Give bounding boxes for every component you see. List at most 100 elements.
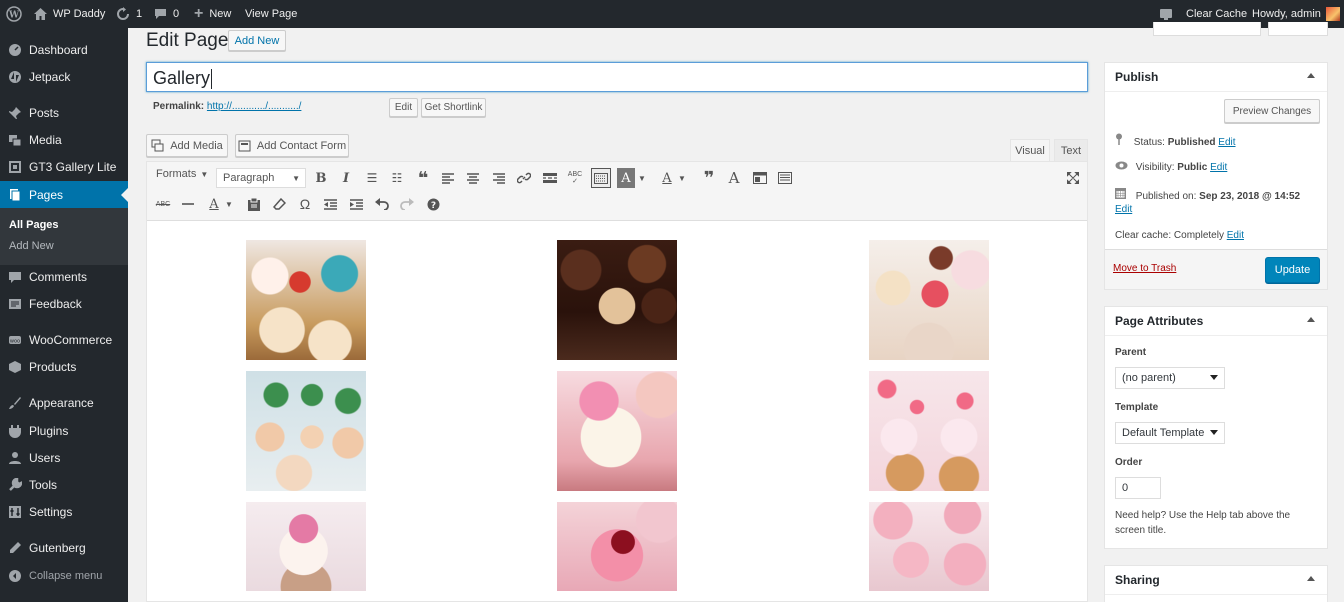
page-attributes-title[interactable]: Page Attributes <box>1105 307 1327 336</box>
menu-label: GT3 Gallery Lite <box>29 159 117 174</box>
collapse-toggle-icon[interactable] <box>1307 317 1315 322</box>
tab-text[interactable]: Text <box>1054 139 1088 161</box>
template-select[interactable]: Default Template <box>1115 422 1225 444</box>
updates-link[interactable]: 1 <box>116 0 142 28</box>
menu-label: Gutenberg <box>29 540 86 555</box>
get-shortlink-button[interactable]: Get Shortlink <box>421 98 486 117</box>
menu-item-posts[interactable]: Posts <box>0 99 128 126</box>
title-input[interactable]: Gallery <box>146 62 1088 92</box>
menu-item-users[interactable]: Users <box>0 444 128 471</box>
spellcheck-icon[interactable]: ABC ✓ <box>565 168 585 188</box>
menu-item-dashboard[interactable]: Dashboard <box>0 36 128 63</box>
menu-item-tools[interactable]: Tools <box>0 471 128 498</box>
collapse-menu-button[interactable]: Collapse menu <box>0 562 128 589</box>
toolbar-toggle-icon[interactable] <box>591 168 611 188</box>
publish-box-title[interactable]: Publish <box>1105 63 1327 92</box>
chevron-down-icon[interactable]: ▼ <box>223 194 235 214</box>
bulleted-list-icon[interactable]: ☰ <box>362 168 382 188</box>
preview-changes-button[interactable]: Preview Changes <box>1224 99 1320 123</box>
menu-item-appearance[interactable]: Appearance <box>0 389 128 416</box>
chevron-down-icon[interactable]: ▼ <box>676 168 688 188</box>
text-color-icon[interactable]: A <box>204 194 224 214</box>
quote-icon[interactable]: ❞ <box>699 168 719 188</box>
add-contact-form-button[interactable]: Add Contact Form <box>235 134 349 157</box>
clear-cache-edit-link[interactable]: Edit <box>1227 230 1244 241</box>
horizontal-line-icon[interactable] <box>178 194 198 214</box>
wordpress-logo-icon[interactable]: W <box>6 0 22 28</box>
published-edit-link[interactable]: Edit <box>1115 204 1132 215</box>
gallery-image[interactable] <box>557 371 677 491</box>
sharing-title[interactable]: Sharing <box>1105 566 1327 595</box>
chevron-down-icon[interactable]: ▼ <box>636 168 648 188</box>
add-media-button[interactable]: Add Media <box>146 134 228 157</box>
view-page-link[interactable]: View Page <box>245 0 297 28</box>
menu-item-woocommerce[interactable]: woo WooCommerce <box>0 326 128 353</box>
clear-formatting-icon[interactable] <box>269 194 289 214</box>
redo-icon[interactable] <box>397 194 417 214</box>
undo-icon[interactable] <box>372 194 392 214</box>
help-icon[interactable]: ? <box>423 194 443 214</box>
menu-item-feedback[interactable]: Feedback <box>0 290 128 317</box>
paste-text-icon[interactable] <box>244 194 264 214</box>
menu-item-pages[interactable]: Pages <box>0 181 128 208</box>
help-tab[interactable] <box>1268 22 1328 36</box>
screen-options-tab[interactable] <box>1153 22 1261 36</box>
gallery-image[interactable] <box>557 240 677 360</box>
content-editor[interactable]: Formats ▼ Paragraph ▼ B I ☰ ☷ ❝ ABC ✓ A ▼ A… <box>146 161 1088 602</box>
new-content-link[interactable]: + New <box>194 0 231 28</box>
gallery-image[interactable] <box>246 240 366 360</box>
menu-item-gutenberg[interactable]: Gutenberg <box>0 534 128 561</box>
menu-item-products[interactable]: Products <box>0 353 128 380</box>
move-to-trash-link[interactable]: Move to Trash <box>1113 263 1176 274</box>
align-right-icon[interactable] <box>489 168 509 188</box>
submenu-add-new[interactable]: Add New <box>9 240 54 252</box>
formats-dropdown[interactable]: Formats ▼ <box>156 168 208 180</box>
keyboard-shortcuts-icon[interactable] <box>775 168 795 188</box>
align-left-icon[interactable] <box>438 168 458 188</box>
gallery-image[interactable] <box>869 240 989 360</box>
order-input[interactable]: 0 <box>1115 477 1161 499</box>
gallery-image[interactable] <box>246 371 366 491</box>
submenu-all-pages[interactable]: All Pages <box>9 219 59 231</box>
status-edit-link[interactable]: Edit <box>1218 137 1235 148</box>
tab-visual[interactable]: Visual <box>1010 139 1050 162</box>
indent-icon[interactable] <box>346 194 366 214</box>
menu-item-plugins[interactable]: Plugins <box>0 417 128 444</box>
font-icon[interactable]: A <box>724 168 744 188</box>
permalink-url[interactable]: http://............/.........../ <box>207 101 301 112</box>
menu-item-gt3-gallery[interactable]: GT3 Gallery Lite <box>0 153 128 180</box>
special-character-icon[interactable]: Ω <box>295 194 315 214</box>
background-color-icon[interactable]: A <box>617 168 635 188</box>
blockquote-icon[interactable]: ❝ <box>413 168 433 188</box>
visibility-edit-link[interactable]: Edit <box>1210 162 1227 173</box>
link-icon[interactable] <box>514 168 534 188</box>
menu-item-media[interactable]: Media <box>0 126 128 153</box>
read-more-icon[interactable] <box>540 168 560 188</box>
collapse-toggle-icon[interactable] <box>1307 73 1315 78</box>
text-color-icon[interactable]: A <box>657 168 677 188</box>
site-name-link[interactable]: WP Daddy <box>34 0 105 28</box>
insert-table-icon[interactable] <box>750 168 770 188</box>
menu-item-jetpack[interactable]: Jetpack <box>0 63 128 90</box>
gallery-image[interactable] <box>246 502 366 591</box>
gallery-image[interactable] <box>869 502 989 591</box>
parent-select[interactable]: (no parent) <box>1115 367 1225 389</box>
numbered-list-icon[interactable]: ☷ <box>387 168 407 188</box>
gallery-image[interactable] <box>869 371 989 491</box>
menu-item-comments[interactable]: Comments <box>0 263 128 290</box>
fullscreen-icon[interactable] <box>1063 168 1083 188</box>
comments-link[interactable]: 0 <box>154 0 179 28</box>
menu-item-settings[interactable]: Settings <box>0 498 128 525</box>
brush-icon <box>8 396 22 410</box>
gallery-image[interactable] <box>557 502 677 591</box>
update-button[interactable]: Update <box>1265 257 1320 283</box>
outdent-icon[interactable] <box>320 194 340 214</box>
paragraph-select[interactable]: Paragraph ▼ <box>216 168 306 188</box>
bold-button[interactable]: B <box>311 168 331 188</box>
align-center-icon[interactable] <box>463 168 483 188</box>
italic-button[interactable]: I <box>336 168 356 188</box>
add-new-page-button[interactable]: Add New <box>228 30 286 51</box>
permalink-edit-button[interactable]: Edit <box>389 98 418 117</box>
strikethrough-icon[interactable]: ABC <box>153 194 173 214</box>
collapse-toggle-icon[interactable] <box>1307 576 1315 581</box>
